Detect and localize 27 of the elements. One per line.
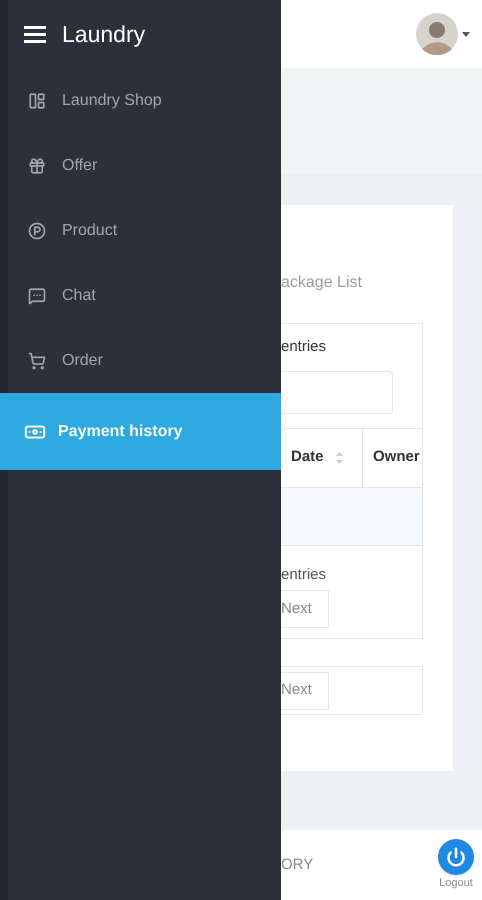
chat-icon	[28, 286, 46, 304]
p-circle-icon	[28, 222, 46, 240]
drawer-item[interactable]: Product	[8, 198, 281, 263]
card-title: ackage List	[281, 273, 363, 293]
drawer-item[interactable]: Order	[8, 328, 281, 393]
logout-label: Logout	[439, 876, 473, 891]
app-title: Laundry	[62, 20, 146, 49]
power-icon	[446, 846, 466, 867]
drawer-item[interactable]: Chat	[8, 263, 281, 328]
column-header[interactable]: Date	[281, 428, 363, 486]
avatar[interactable]	[416, 13, 458, 55]
drawer-item[interactable]: Laundry Shop	[8, 68, 281, 133]
caret-icon[interactable]	[462, 32, 470, 36]
info-text: entries	[281, 564, 328, 584]
search-field[interactable]	[281, 370, 393, 414]
sort-icon	[336, 452, 343, 464]
next-button[interactable]: Next	[281, 672, 329, 710]
next-button[interactable]: Next	[281, 590, 329, 628]
footer-label: ORY	[281, 854, 314, 875]
column-header[interactable]: Owner	[363, 428, 422, 486]
cart-icon	[28, 352, 46, 370]
menu-icon[interactable]	[24, 25, 46, 43]
length-label: entries	[281, 337, 328, 357]
drawer-item[interactable]: Offer	[8, 133, 281, 198]
gift-icon	[28, 156, 46, 174]
panel-icon	[28, 92, 46, 110]
logout-button[interactable]	[438, 838, 474, 875]
